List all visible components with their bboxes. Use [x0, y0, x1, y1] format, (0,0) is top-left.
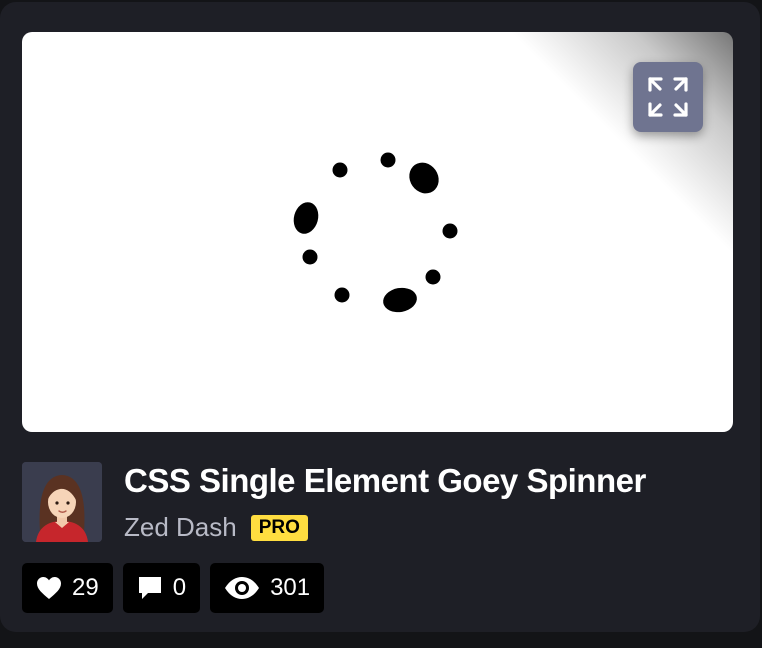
- comment-button[interactable]: 0: [122, 563, 201, 613]
- spinner-blob: [383, 287, 417, 313]
- spinner-dot: [334, 287, 350, 303]
- like-button[interactable]: 29: [22, 563, 113, 613]
- eye-icon: [225, 577, 260, 599]
- author-row: Zed Dash PRO: [124, 512, 308, 543]
- heart-icon: [37, 577, 61, 599]
- spinner-dot: [442, 223, 458, 239]
- spinner-blob: [409, 162, 439, 194]
- expand-button[interactable]: [633, 62, 703, 132]
- comment-count: 0: [172, 574, 187, 601]
- goey-spinner: [293, 152, 458, 313]
- pen-title[interactable]: CSS Single Element Goey Spinner: [124, 462, 646, 500]
- comment-icon: [138, 577, 161, 599]
- author-name[interactable]: Zed Dash: [124, 512, 237, 543]
- pro-badge[interactable]: PRO: [250, 514, 308, 541]
- spinner-blob: [293, 202, 319, 234]
- author-avatar[interactable]: [22, 462, 102, 542]
- avatar-image: [22, 462, 102, 542]
- view-count: 301: [270, 574, 311, 601]
- expand-icon: [648, 77, 688, 117]
- spinner-dot: [380, 152, 396, 168]
- spinner-dot: [332, 162, 348, 178]
- view-button[interactable]: 301: [210, 563, 325, 613]
- pen-stats: 29 0 301: [22, 563, 325, 613]
- pen-card: CSS Single Element Goey Spinner Zed Dash…: [0, 2, 760, 632]
- spinner-dot: [302, 249, 318, 265]
- pen-preview[interactable]: [22, 32, 733, 432]
- like-count: 29: [72, 574, 99, 601]
- spinner-dot: [425, 269, 441, 285]
